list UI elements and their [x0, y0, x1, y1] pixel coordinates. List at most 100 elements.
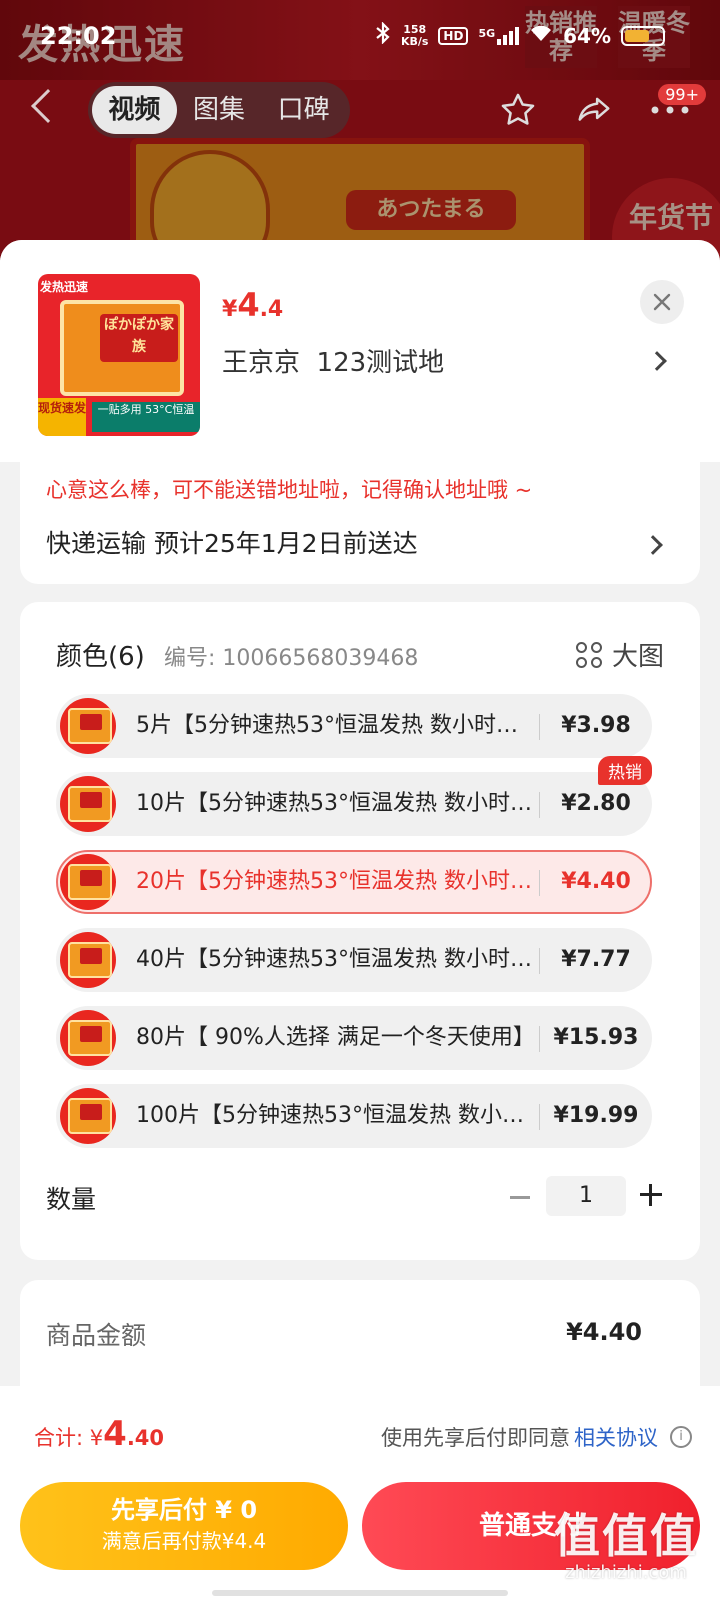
total-price: 合计: ¥4.40	[34, 1414, 164, 1454]
option-price: ¥15.93	[553, 1025, 639, 1050]
favorite-star-icon[interactable]	[498, 90, 538, 130]
shipping-card: 心意这么棒，可不能送错地址啦，记得确认地址哦 ~ 快递运输 预计25年1月2日前…	[20, 454, 700, 584]
network-speed-value: 158	[403, 22, 427, 36]
spec-option-80[interactable]: 80片【 90%人选择 满足一个冬天使用】 ¥15.93	[56, 1006, 652, 1070]
status-icons: 158 KB/s HD 5G 64%	[375, 21, 665, 49]
option-thumbnail	[60, 1010, 116, 1066]
total-integer: 4	[103, 1414, 127, 1454]
big-picture-toggle[interactable]: 大图	[575, 636, 664, 673]
quantity-minus-button[interactable]	[510, 1196, 530, 1199]
media-tabs: 视频 图集 口碑	[88, 82, 350, 138]
spec-card: 颜色(6) 编号: 10066568039468 大图 5片【5分钟速热53°恒…	[20, 602, 700, 1260]
delivery-estimate[interactable]: 快递运输 预计25年1月2日前送达	[46, 524, 418, 560]
option-thumbnail	[60, 698, 116, 754]
option-label: 40片【5分钟速热53°恒温发热 数小时持续发热】	[136, 947, 536, 972]
big-picture-label: 大图	[611, 642, 664, 672]
tab-reviews[interactable]: 口碑	[261, 86, 346, 134]
share-icon[interactable]	[574, 90, 614, 130]
spec-title: 颜色(6)	[56, 642, 145, 672]
product-thumbnail[interactable]: 发热迅速 ぽかぽか家族 现货速发 一贴多用 53°C恒温	[38, 274, 200, 436]
network-speed-unit: KB/s	[400, 34, 429, 48]
price-decimal: .4	[259, 297, 284, 322]
agreement-notice: 使用先享后付即同意 相关协议 i	[381, 1422, 692, 1452]
status-bar: 22:02 158 KB/s HD 5G 64%	[0, 0, 720, 70]
wifi-icon	[529, 23, 553, 48]
info-icon[interactable]: i	[670, 1426, 692, 1448]
option-price: ¥19.99	[553, 1103, 639, 1128]
quantity-plus-button[interactable]	[640, 1184, 662, 1206]
option-label: 5片【5分钟速热53°恒温发热 数小时持续发热】	[136, 713, 536, 738]
watermark-url: zhizhizhi.com	[565, 1562, 687, 1583]
amount-value: ¥4.40	[566, 1318, 642, 1346]
option-label: 80片【 90%人选择 满足一个冬天使用】	[136, 1025, 535, 1050]
option-thumbnail	[60, 932, 116, 988]
pay-later-title: 先享后付 ¥ 0	[110, 1496, 258, 1524]
thumb-tag-feature: 一贴多用 53°C恒温	[92, 402, 200, 432]
address-chevron-icon[interactable]	[647, 351, 667, 371]
option-divider	[539, 714, 540, 740]
network-type: 5G	[478, 26, 496, 40]
product-top-nav: 视频 图集 口碑 99+	[0, 82, 720, 144]
option-price: ¥4.40	[561, 869, 631, 894]
battery-percent: 64%	[563, 23, 611, 48]
thumb-tag-top: 发热迅速	[40, 280, 89, 294]
selected-price: ¥4.4	[222, 286, 283, 324]
thumb-tag-instock: 现货速发	[38, 398, 86, 436]
option-divider	[539, 948, 540, 974]
option-price: ¥7.77	[561, 947, 631, 972]
option-thumbnail	[60, 854, 116, 910]
hd-icon: HD	[438, 26, 469, 45]
site-watermark: 值值值 zhizhizhi.com	[554, 1500, 698, 1583]
spec-option-10[interactable]: 10片【5分钟速热53°恒温发热 数小时持续发热】 ¥2.80 热销	[56, 756, 652, 836]
agreement-link[interactable]: 相关协议	[574, 1422, 658, 1452]
quantity-label: 数量	[46, 1185, 97, 1214]
option-label: 100片【5分钟速热53°恒温发热 数小时持续发热】	[136, 1103, 536, 1128]
pay-later-button[interactable]: 先享后付 ¥ 0 满意后再付款¥4.4	[20, 1482, 348, 1570]
option-price: ¥3.98	[561, 713, 631, 738]
option-thumbnail	[60, 1088, 116, 1144]
battery-icon	[621, 25, 665, 46]
option-divider	[539, 1104, 540, 1130]
spec-option-5[interactable]: 5片【5分钟速热53°恒温发热 数小时持续发热】 ¥3.98	[56, 694, 652, 758]
price-currency: ¥	[222, 297, 238, 322]
total-decimal: .40	[126, 1426, 165, 1450]
back-arrow-icon[interactable]	[31, 89, 65, 123]
option-divider	[539, 792, 540, 818]
quantity-input[interactable]: 1	[546, 1176, 626, 1216]
tab-video[interactable]: 视频	[92, 86, 177, 134]
total-currency: ¥	[89, 1426, 104, 1450]
hot-sale-badge: 热销	[598, 756, 652, 785]
address-reminder: 心意这么棒，可不能送错地址啦，记得确认地址哦 ~	[46, 478, 533, 502]
option-label: 10片【5分钟速热53°恒温发热 数小时持续发热】	[136, 791, 536, 816]
delivery-address[interactable]: 王京京 123测试地	[222, 342, 444, 379]
delivery-chevron-icon[interactable]	[643, 535, 663, 555]
pay-later-subtitle: 满意后再付款¥4.4	[101, 1529, 267, 1553]
sheet-product-header: 发热迅速 ぽかぽか家族 现货速发 一贴多用 53°C恒温 ¥4.4 王京京 12…	[0, 240, 720, 462]
price-integer: 4	[237, 286, 260, 324]
watermark-logo: 值值值	[554, 1509, 698, 1563]
agreement-text: 使用先享后付即同意	[381, 1426, 570, 1450]
spec-option-40[interactable]: 40片【5分钟速热53°恒温发热 数小时持续发热】 ¥7.77	[56, 928, 652, 992]
address-detail: 123测试地	[316, 348, 445, 378]
close-button[interactable]	[640, 280, 684, 324]
option-thumbnail	[60, 776, 116, 832]
grid-view-icon	[575, 641, 602, 668]
message-count-badge: 99+	[658, 84, 706, 105]
option-divider	[539, 870, 540, 896]
tab-gallery[interactable]: 图集	[177, 86, 262, 134]
status-time: 22:02	[40, 22, 117, 50]
thumb-package-text: ぽかぽか家族	[100, 314, 178, 362]
total-label: 合计:	[34, 1426, 90, 1450]
home-indicator[interactable]	[212, 1590, 508, 1596]
cellular-signal-icon: 5G	[478, 26, 520, 45]
option-divider	[539, 1026, 540, 1052]
option-label: 20片【5分钟速热53°恒温发热 数小时持续发热】	[136, 869, 536, 894]
network-speed: 158 KB/s	[400, 22, 429, 48]
bluetooth-icon	[375, 21, 391, 49]
amount-label: 商品金额	[46, 1321, 147, 1350]
spec-code: 编号: 10066568039468	[164, 646, 419, 671]
spec-option-20[interactable]: 20片【5分钟速热53°恒温发热 数小时持续发热】 ¥4.40	[56, 850, 652, 914]
address-name: 王京京	[222, 348, 301, 378]
spec-option-100[interactable]: 100片【5分钟速热53°恒温发热 数小时持续发热】 ¥19.99	[56, 1084, 652, 1148]
thumb-package: ぽかぽか家族	[60, 300, 184, 396]
